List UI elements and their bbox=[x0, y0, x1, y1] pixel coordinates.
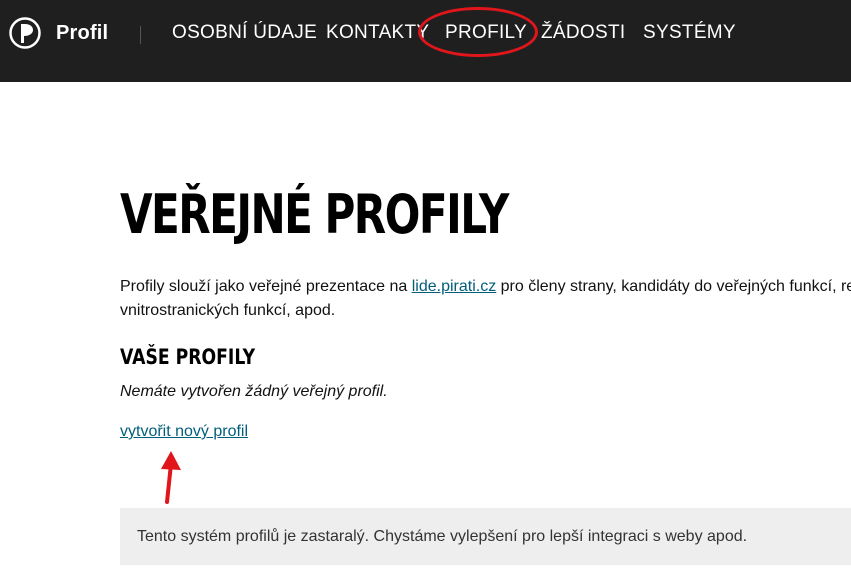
brand-title[interactable]: Profil bbox=[56, 22, 108, 45]
header-divider bbox=[140, 26, 141, 44]
nav-kontakty[interactable]: KONTAKTY bbox=[326, 22, 429, 44]
empty-state-message: Nemáte vytvořen žádný veřejný profil. bbox=[120, 383, 388, 400]
nav-profily[interactable]: PROFILY bbox=[445, 22, 527, 44]
intro-text-end: pro členy strany, kandidáty do veřejných… bbox=[496, 278, 851, 295]
intro-paragraph: Profily slouží jako veřejné prezentace n… bbox=[120, 275, 851, 323]
deprecation-notice: Tento systém profilů je zastaralý. Chyst… bbox=[120, 508, 851, 565]
section-title: VAŠE PROFILY bbox=[120, 345, 256, 369]
top-navigation-bar: Profil OSOBNÍ ÚDAJE KONTAKTY PROFILY ŽÁD… bbox=[0, 0, 851, 82]
create-profile-link[interactable]: vytvořit nový profil bbox=[120, 423, 248, 441]
nav-osobni-udaje[interactable]: OSOBNÍ ÚDAJE bbox=[172, 22, 317, 44]
nav-systemy[interactable]: SYSTÉMY bbox=[643, 22, 736, 44]
lide-pirati-link[interactable]: lide.pirati.cz bbox=[412, 278, 496, 295]
intro-text-line2: vnitrostranických funkcí, apod. bbox=[120, 302, 336, 319]
pirate-logo-icon[interactable] bbox=[9, 17, 41, 49]
nav-zadosti[interactable]: ŽÁDOSTI bbox=[541, 22, 625, 44]
page-title: VEŘEJNÉ PROFILY bbox=[120, 183, 509, 246]
intro-text-start: Profily slouží jako veřejné prezentace n… bbox=[120, 278, 412, 295]
annotation-arrow-icon bbox=[161, 451, 181, 504]
